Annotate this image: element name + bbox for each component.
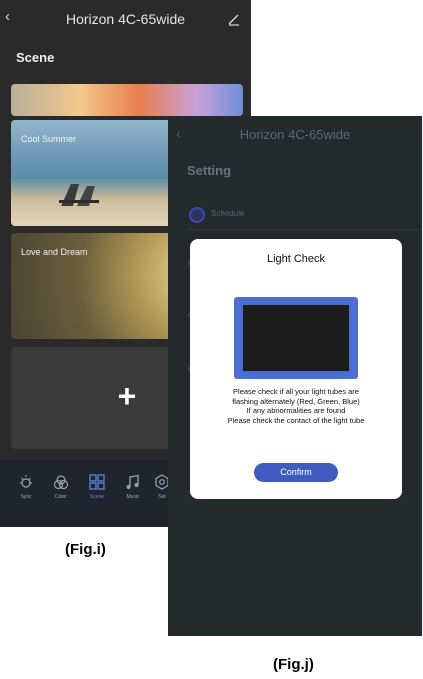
schedule-item[interactable]: Schedule — [211, 209, 244, 218]
message-line: Please check if all your light tubes are — [233, 387, 359, 396]
page-title: Horizon 4C-65wide — [65, 11, 186, 27]
sync-icon — [20, 475, 32, 488]
scene-label: Cool Summer — [21, 134, 77, 144]
header-bar: ‹ Horizon 4C-65wide — [0, 0, 251, 40]
page-title: Horizon 4C-65wide — [239, 127, 351, 142]
confirm-button[interactable]: Confirm — [254, 463, 338, 482]
pencil-icon[interactable] — [227, 12, 241, 26]
tab-label: Color — [55, 494, 67, 500]
section-title: Setting — [187, 163, 232, 178]
dialog-message: Please check if all your light tubes are… — [196, 387, 396, 425]
divider — [187, 229, 422, 230]
message-line: Please check the contact of the light tu… — [227, 415, 365, 425]
tab-scene[interactable]: Scene — [77, 474, 117, 500]
music-icon — [126, 474, 139, 489]
section-title: Scene — [16, 50, 55, 65]
schedule-icon — [189, 207, 205, 223]
scene-icon — [89, 474, 105, 490]
tab-color[interactable]: Color — [41, 474, 81, 500]
setting-screen: ‹ Horizon 4C-65wide Setting Schedule Lig… — [168, 116, 422, 636]
tab-label: Sync — [20, 494, 32, 500]
light-check-dialog: Light Check Please check if all your lig… — [190, 239, 402, 499]
tab-label: Scene — [89, 494, 105, 500]
dialog-title: Light Check — [266, 253, 326, 265]
color-icon — [53, 475, 69, 490]
tab-sync[interactable]: Sync — [6, 474, 46, 500]
scene-card[interactable] — [11, 84, 243, 116]
monitor-icon — [234, 297, 358, 379]
message-line: flashing alternately (Red, Green, Blue) — [232, 396, 360, 406]
beach-chair-image — [59, 184, 99, 206]
message-line: If any abnormalities are found — [246, 406, 346, 415]
scene-label: Love and Dream — [21, 247, 88, 257]
figure-caption: (Fig.j) — [273, 656, 314, 673]
monitor-screen — [243, 305, 349, 371]
figure-caption: (Fig.i) — [65, 541, 106, 558]
